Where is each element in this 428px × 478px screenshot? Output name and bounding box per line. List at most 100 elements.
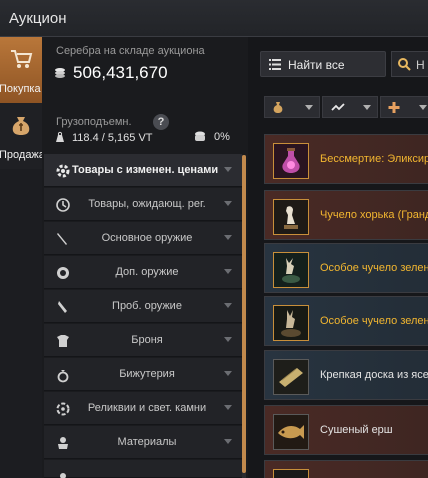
- item-name: Особое чучело зеленого: [320, 262, 428, 274]
- item-slot: [273, 359, 309, 395]
- dried-fish-icon: [274, 415, 308, 449]
- chevron-down-icon: [224, 405, 232, 410]
- category-label: Бижутерия: [119, 368, 175, 380]
- search-icon: [398, 58, 411, 71]
- filter-enhance-dropdown[interactable]: [380, 96, 428, 118]
- item-slot: [273, 199, 309, 235]
- deer-figure-icon: [274, 306, 308, 340]
- price-change-icon: [56, 164, 70, 178]
- chevron-down-icon: [363, 105, 371, 110]
- list-item[interactable]: Сушеный ерш: [264, 405, 428, 455]
- trend-icon: [331, 103, 345, 111]
- commission-icon: [195, 131, 205, 141]
- category-label: Реликвии и свет. камни: [87, 402, 207, 414]
- item-name: Сушеный ерш: [320, 424, 393, 436]
- ferret-figure-icon: [274, 200, 308, 234]
- chevron-down-icon: [224, 269, 232, 274]
- category-label: Товары, ожидающ. рег.: [88, 198, 206, 210]
- chevron-down-icon: [224, 337, 232, 342]
- sword-icon: [57, 233, 67, 245]
- coins-icon: [55, 68, 65, 78]
- ring-icon: [57, 370, 69, 383]
- dagger-icon: [58, 301, 67, 313]
- weight-value: 118.4 / 5,165 VT: [72, 132, 153, 144]
- item-slot: [273, 252, 309, 288]
- item-name: Бессмертие: Эликсир: [320, 153, 428, 165]
- relic-icon: [56, 402, 70, 416]
- silver-caption: Серебра на складе аукциона: [56, 45, 205, 57]
- materials-icon: [58, 437, 68, 449]
- category-label: Основное оружие: [101, 232, 193, 244]
- cart-icon: [11, 50, 33, 68]
- chevron-down-icon: [224, 235, 232, 240]
- more-icon: [60, 473, 66, 478]
- list-item[interactable]: Бессмертие: Эликсир: [264, 134, 428, 184]
- item-name: Крепкая доска из ясеня: [320, 369, 428, 381]
- search-input[interactable]: Н: [391, 51, 428, 77]
- category-awakening-weapon[interactable]: Проб. оружие: [44, 290, 242, 323]
- tab-sell[interactable]: Продажа: [0, 103, 45, 169]
- list-icon: [269, 59, 281, 70]
- weight-help-button[interactable]: ?: [153, 114, 169, 130]
- bag-icon: [273, 102, 283, 113]
- list-item[interactable]: Крепкая доска из ясеня: [264, 350, 428, 400]
- tab-rail: Покупка Продажа: [0, 37, 45, 478]
- category-pending[interactable]: Товары, ожидающ. рег.: [44, 188, 242, 221]
- chevron-down-icon: [224, 303, 232, 308]
- deer-figure-icon: [274, 253, 308, 287]
- category-relics[interactable]: Реликвии и свет. камни: [44, 392, 242, 425]
- weight-caption: Грузоподъемн.: [56, 116, 132, 128]
- tab-sell-label: Продажа: [0, 149, 45, 161]
- chevron-down-icon: [224, 371, 232, 376]
- potion-icon: [274, 144, 308, 178]
- list-item[interactable]: Особое чучело зеленого: [264, 296, 428, 346]
- list-item[interactable]: Особое чучело зеленого: [264, 243, 428, 293]
- category-accessories[interactable]: Бижутерия: [44, 358, 242, 391]
- item-name: Особое чучело зеленого: [320, 315, 428, 327]
- commission-percent: 0%: [214, 131, 230, 143]
- category-label: Броня: [131, 334, 163, 346]
- category-label: Доп. оружие: [115, 266, 179, 278]
- tab-buy[interactable]: Покупка: [0, 37, 42, 103]
- plank-icon: [274, 360, 308, 394]
- item-slot: [273, 143, 309, 179]
- category-price-changed[interactable]: Товары с изменен. ценами: [44, 154, 242, 187]
- title-bar: Аукцион: [0, 0, 428, 37]
- category-panel: Серебра на складе аукциона 506,431,670 Г…: [42, 37, 248, 478]
- category-materials[interactable]: Материалы: [44, 426, 242, 459]
- item-slot: [273, 414, 309, 450]
- search-placeholder: Н: [416, 58, 425, 72]
- chevron-down-icon: [224, 439, 232, 444]
- armor-icon: [57, 335, 69, 347]
- filter-bag-dropdown[interactable]: [264, 96, 320, 118]
- category-next[interactable]: [44, 460, 242, 478]
- category-label: Материалы: [117, 436, 177, 448]
- chevron-down-icon: [305, 105, 313, 110]
- shield-icon: [57, 267, 69, 279]
- results-panel: Найти все Н Бессмертие: Эликсир Чучело х…: [248, 37, 428, 478]
- tab-buy-label: Покупка: [0, 83, 41, 95]
- item-slot: [273, 469, 309, 478]
- filter-trend-dropdown[interactable]: [322, 96, 378, 118]
- silver-amount: 506,431,670: [73, 63, 168, 82]
- chevron-down-icon: [419, 105, 427, 110]
- clock-icon: [56, 198, 70, 212]
- category-scrollbar-thumb[interactable]: [242, 155, 246, 473]
- list-item[interactable]: Чучело хорька (Грандис): [264, 190, 428, 240]
- find-all-label: Найти все: [288, 58, 345, 72]
- category-label: Товары с изменен. ценами: [72, 164, 219, 176]
- window-title: Аукцион: [9, 10, 67, 27]
- weight-icon: [56, 131, 64, 142]
- list-item[interactable]: [264, 460, 428, 478]
- category-main-weapon[interactable]: Основное оружие: [44, 222, 242, 255]
- chevron-down-icon: [224, 201, 232, 206]
- find-all-button[interactable]: Найти все: [260, 51, 386, 77]
- item-name: Чучело хорька (Грандис): [320, 209, 428, 221]
- plus-icon: [388, 102, 400, 113]
- chevron-down-icon: [224, 167, 232, 172]
- money-bag-icon: [12, 117, 30, 135]
- category-label: Проб. оружие: [112, 300, 182, 312]
- category-armor[interactable]: Броня: [44, 324, 242, 357]
- category-sub-weapon[interactable]: Доп. оружие: [44, 256, 242, 289]
- item-slot: [273, 305, 309, 341]
